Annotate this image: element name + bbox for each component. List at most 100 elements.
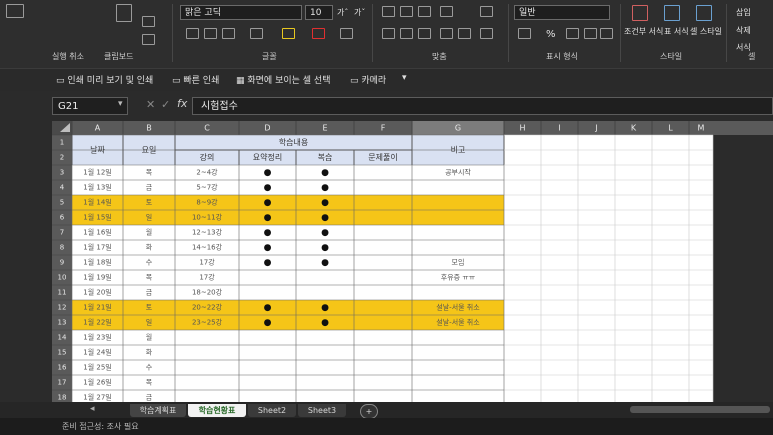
cell-date: 1월 20일 (83, 288, 111, 297)
row-number: 3 (60, 169, 64, 177)
cell-weekday: 목 (146, 274, 153, 282)
row-number: 9 (60, 259, 64, 267)
row-number: 16 (58, 364, 67, 372)
cell-lecture: 17강 (199, 273, 215, 282)
cell-review: ● (321, 198, 329, 208)
tab-sheet2[interactable]: Sheet2 (248, 404, 296, 417)
row-number: 10 (58, 274, 67, 282)
cell-lecture: 10~11강 (192, 213, 223, 222)
cell-date: 1월 22일 (83, 318, 111, 327)
cell-lecture: 2~4강 (196, 168, 218, 177)
row-number: 8 (60, 244, 64, 252)
cell-lecture: 20~22강 (192, 303, 223, 312)
cell-review: ● (321, 303, 329, 313)
cell-summary: ● (264, 303, 272, 313)
sheet-tabs-bar: ◂ 학습계획표 학습현황표 Sheet2 Sheet3 + (0, 402, 773, 419)
row-number: 15 (58, 349, 67, 357)
cell-summary: ● (264, 198, 272, 208)
tab-study-status[interactable]: 학습현황표 (188, 404, 246, 417)
header-content: 학습내용 (279, 137, 308, 147)
cell-date: 1월 24일 (83, 348, 111, 357)
cell-date: 1월 19일 (83, 273, 111, 282)
cell-area[interactable] (72, 135, 713, 402)
cell-date: 1월 12일 (83, 168, 111, 177)
header-lecture: 강의 (200, 152, 215, 162)
cell-date: 1월 25일 (83, 363, 111, 372)
cell-remark: 모임 (452, 259, 465, 267)
cell-weekday: 금 (146, 184, 153, 192)
cell-weekday: 목 (146, 379, 153, 387)
tab-study-plan[interactable]: 학습계획표 (130, 404, 186, 417)
tab-sheet3[interactable]: Sheet3 (298, 404, 346, 417)
row-number: 11 (58, 289, 67, 297)
cell-summary: ● (264, 168, 272, 178)
row-number: 2 (60, 154, 64, 162)
cell-weekday: 토 (146, 199, 153, 207)
row-number: 4 (60, 184, 65, 192)
cell-lecture: 5~7강 (196, 183, 218, 192)
cell-summary: ● (264, 183, 272, 193)
cell-weekday: 금 (146, 394, 153, 402)
cell-weekday: 월 (146, 228, 152, 237)
cell-weekday: 화 (146, 349, 153, 357)
spreadsheet-grid[interactable]: A B C D E F G H I J K L M날짜 요일학습내용강의 요약정리 복습 문제풀이비고123 1월… (0, 0, 773, 435)
cell-lecture: 18~20강 (192, 288, 223, 297)
cell-weekday: 일 (146, 318, 152, 327)
row-number: 12 (58, 304, 67, 312)
cell-date: 1월 17일 (83, 243, 111, 252)
header-summary: 요약정리 (253, 152, 282, 162)
column-letter-h: H (519, 124, 525, 133)
column-letter-k: K (631, 124, 637, 133)
column-letter-b: B (146, 124, 152, 133)
cell-review: ● (321, 258, 329, 268)
column-letter-f: F (381, 124, 386, 133)
row-number: 1 (60, 139, 64, 147)
cell-weekday: 월 (146, 333, 152, 342)
row-number: 13 (58, 319, 67, 327)
header-review: 복습 (318, 153, 333, 162)
row-number: 18 (58, 394, 67, 402)
header-date: 날짜 (90, 145, 105, 155)
column-letter-a: A (95, 124, 101, 133)
cell-review: ● (321, 183, 329, 193)
row-number: 17 (58, 379, 67, 387)
cell-summary: ● (264, 228, 272, 238)
cell-date: 1월 15일 (83, 213, 111, 222)
scroll-tabs-left-icon[interactable]: ◂ (90, 404, 95, 414)
cell-summary: ● (264, 213, 272, 223)
cell-summary: ● (264, 243, 272, 253)
column-letter-d: D (264, 124, 270, 133)
row-highlight (72, 195, 504, 210)
cell-remark: 설날-서울 취소 (436, 303, 480, 312)
horizontal-scrollbar[interactable] (630, 406, 770, 413)
column-letter-c: C (204, 124, 210, 133)
cell-date: 1월 13일 (83, 183, 111, 192)
row-highlight (72, 210, 504, 225)
cell-summary: ● (264, 318, 272, 328)
column-letter-j: J (594, 124, 597, 133)
cell-date: 1월 21일 (83, 303, 111, 312)
cell-date: 1월 18일 (83, 258, 111, 267)
cell-weekday: 일 (146, 213, 152, 222)
cell-weekday: 수 (146, 259, 153, 267)
cell-review: ● (321, 243, 329, 253)
cell-review: ● (321, 168, 329, 178)
cell-lecture: 23~25강 (192, 318, 223, 327)
cell-date: 1월 26일 (83, 378, 111, 387)
cell-lecture: 12~13강 (192, 228, 223, 237)
status-text: 준비 접근성: 조사 필요 (62, 422, 139, 431)
cell-weekday: 금 (146, 289, 153, 297)
status-bar: 준비 접근성: 조사 필요 (0, 418, 773, 435)
column-letter-m: M (698, 124, 705, 133)
cell-summary: ● (264, 258, 272, 268)
cell-weekday: 수 (146, 364, 153, 372)
cell-date: 1월 14일 (83, 198, 111, 207)
cell-weekday: 목 (146, 169, 153, 177)
cell-review: ● (321, 228, 329, 238)
row-number: 5 (60, 199, 64, 207)
cell-remark: 공부시작 (445, 168, 471, 177)
cell-lecture: 14~16강 (192, 243, 223, 252)
add-sheet-button[interactable]: + (360, 404, 378, 419)
row-number: 6 (60, 214, 65, 222)
row-number: 14 (58, 334, 67, 342)
